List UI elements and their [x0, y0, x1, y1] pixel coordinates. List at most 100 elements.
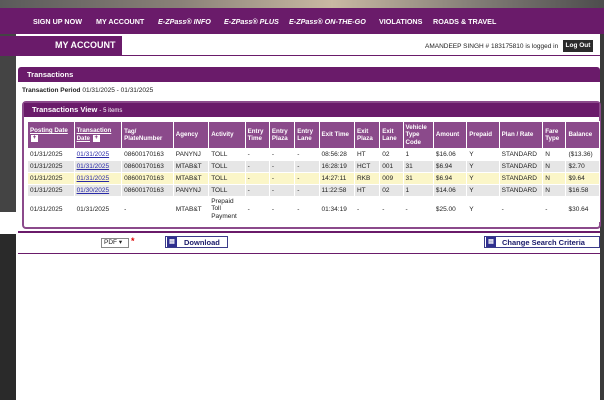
cell-agency: PANYNJ [172, 184, 210, 197]
cell-prepaid: Y [466, 196, 500, 222]
cell-exit-plaza: HT [353, 184, 381, 197]
cell-entry-time: - [244, 160, 270, 173]
page-title: MY ACCOUNT [0, 36, 122, 55]
nav-my-account[interactable]: MY ACCOUNT [96, 17, 144, 26]
cell-transaction-date: 01/31/2025 [73, 196, 123, 222]
cell-fare-type: N [542, 172, 567, 185]
col-vehicle-type: Vehicle Type Code [402, 121, 434, 149]
col-transaction-date[interactable]: Transaction Date + [73, 121, 123, 149]
logout-button[interactable]: Log Out [563, 40, 593, 52]
col-agency: Agency [172, 121, 210, 149]
activity-text: Prepaid Toll Payment [211, 197, 237, 220]
cell-posting-date: 01/31/2025 [27, 196, 75, 222]
nav-ezpass-on-the-go[interactable]: E-ZPass® ON-THE-GO [289, 17, 366, 26]
table-row: 01/31/2025 01/31/2025 08600170163 PANYNJ… [27, 148, 600, 161]
cell-exit-plaza: - [353, 196, 381, 222]
table-row: 01/31/2025 01/31/2025 08600170163 MTAB&T… [27, 160, 600, 173]
cell-prepaid: Y [466, 184, 500, 197]
cell-fare-type: N [542, 148, 567, 161]
cell-tag-plate: 08600170163 [121, 172, 174, 185]
cell-entry-plaza: - [268, 160, 296, 173]
table-row: 01/31/2025 01/31/2025 - MTAB&T Prepaid T… [27, 196, 600, 222]
cell-activity: TOLL [208, 172, 246, 185]
left-background-band-upper [0, 34, 16, 234]
cell-exit-plaza: HCT [353, 160, 381, 173]
transactions-view-count: - 5 items [99, 108, 123, 114]
transaction-date-link[interactable]: 01/31/2025 [77, 175, 110, 182]
download-button[interactable]: ▤ Download [165, 236, 228, 248]
transaction-period-value: 01/31/2025 - 01/31/2025 [82, 87, 154, 94]
nav-violations[interactable]: VIOLATIONS [379, 17, 422, 26]
format-select[interactable]: PDF ▾ [101, 238, 129, 248]
cell-amount: $6.94 [432, 160, 468, 173]
cell-amount: $6.94 [432, 172, 468, 185]
main-nav: SIGN UP NOW MY ACCOUNT E-ZPass® INFO E-Z… [0, 8, 604, 34]
col-posting-date[interactable]: Posting Date + [27, 121, 75, 149]
cell-exit-plaza: RKB [353, 172, 381, 185]
cell-exit-time: 14:27:11 [318, 172, 355, 185]
cell-entry-plaza: - [268, 196, 296, 222]
col-entry-lane: Entry Lane [294, 121, 320, 149]
col-tag-plate: Tag/ PlateNumber [121, 121, 174, 149]
transaction-date-link[interactable]: 01/30/2025 [77, 187, 110, 194]
cell-entry-lane: - [294, 148, 320, 161]
cell-prepaid: Y [466, 148, 500, 161]
cell-prepaid: Y [466, 172, 500, 185]
nav-ezpass-info[interactable]: E-ZPass® INFO [158, 17, 211, 26]
cell-activity: Prepaid Toll Payment [208, 196, 246, 222]
download-icon: ▤ [167, 237, 177, 247]
cell-plan-rate: STANDARD [498, 148, 544, 161]
transaction-date-link[interactable]: 01/31/2025 [77, 163, 110, 170]
col-exit-time: Exit Time [318, 121, 355, 149]
cell-exit-time: 11:22:58 [318, 184, 355, 197]
cell-tag-plate: 08600170163 [121, 184, 174, 197]
cell-activity: TOLL [208, 148, 246, 161]
download-label: Download [184, 237, 220, 247]
col-balance: Balance [565, 121, 600, 149]
cell-plan-rate: STANDARD [498, 160, 544, 173]
cell-posting-date: 01/31/2025 [27, 148, 75, 161]
cell-transaction-date: 01/30/2025 [73, 184, 123, 197]
col-entry-plaza: Entry Plaza [268, 121, 296, 149]
transaction-date-link[interactable]: 01/31/2025 [77, 151, 110, 158]
login-status: AMANDEEP SINGH # 183175810 is logged in [425, 43, 559, 50]
cell-activity: TOLL [208, 160, 246, 173]
section-divider [18, 231, 600, 233]
cell-plan-rate: STANDARD [498, 172, 544, 185]
cell-entry-lane: - [294, 196, 320, 222]
search-icon: ▤ [486, 237, 496, 247]
cell-agency: PANYNJ [172, 148, 210, 161]
cell-plan-rate: - [498, 196, 544, 222]
sort-icon[interactable]: + [92, 134, 100, 142]
col-amount: Amount [432, 121, 468, 149]
nav-roads-travel[interactable]: ROADS & TRAVEL [433, 17, 496, 26]
col-entry-time: Entry Time [244, 121, 270, 149]
change-search-criteria-button[interactable]: ▤ Change Search Criteria [484, 236, 600, 248]
nav-sign-up[interactable]: SIGN UP NOW [33, 17, 82, 26]
nav-ezpass-plus[interactable]: E-ZPass® PLUS [224, 17, 279, 26]
cell-entry-time: - [244, 196, 270, 222]
transactions-header: Transactions [18, 67, 600, 82]
cell-exit-time: 01:34:19 [318, 196, 355, 222]
transactions-view-title: Transactions View [32, 105, 98, 114]
cell-amount: $16.06 [432, 148, 468, 161]
cell-transaction-date: 01/31/2025 [73, 160, 123, 173]
cell-entry-lane: - [294, 172, 320, 185]
cell-entry-time: - [244, 148, 270, 161]
format-select-value: PDF [104, 239, 117, 246]
required-asterisk: * [131, 236, 135, 246]
col-prepaid: Prepaid [466, 121, 500, 149]
bottom-divider [18, 253, 600, 254]
table-row: 01/31/2025 01/31/2025 08600170163 MTAB&T… [27, 172, 600, 185]
cell-posting-date: 01/31/2025 [27, 172, 75, 185]
cell-exit-time: 08:56:28 [318, 148, 355, 161]
sort-posting-date-link[interactable]: Posting Date [30, 127, 68, 134]
left-white-gap [0, 212, 18, 234]
col-activity: Activity [208, 121, 246, 149]
cell-fare-type: N [542, 184, 567, 197]
title-underline [0, 55, 600, 56]
sort-icon[interactable]: + [31, 134, 38, 142]
cell-prepaid: Y [466, 160, 500, 173]
cell-entry-time: - [244, 172, 270, 185]
cell-fare-type: - [542, 196, 567, 222]
